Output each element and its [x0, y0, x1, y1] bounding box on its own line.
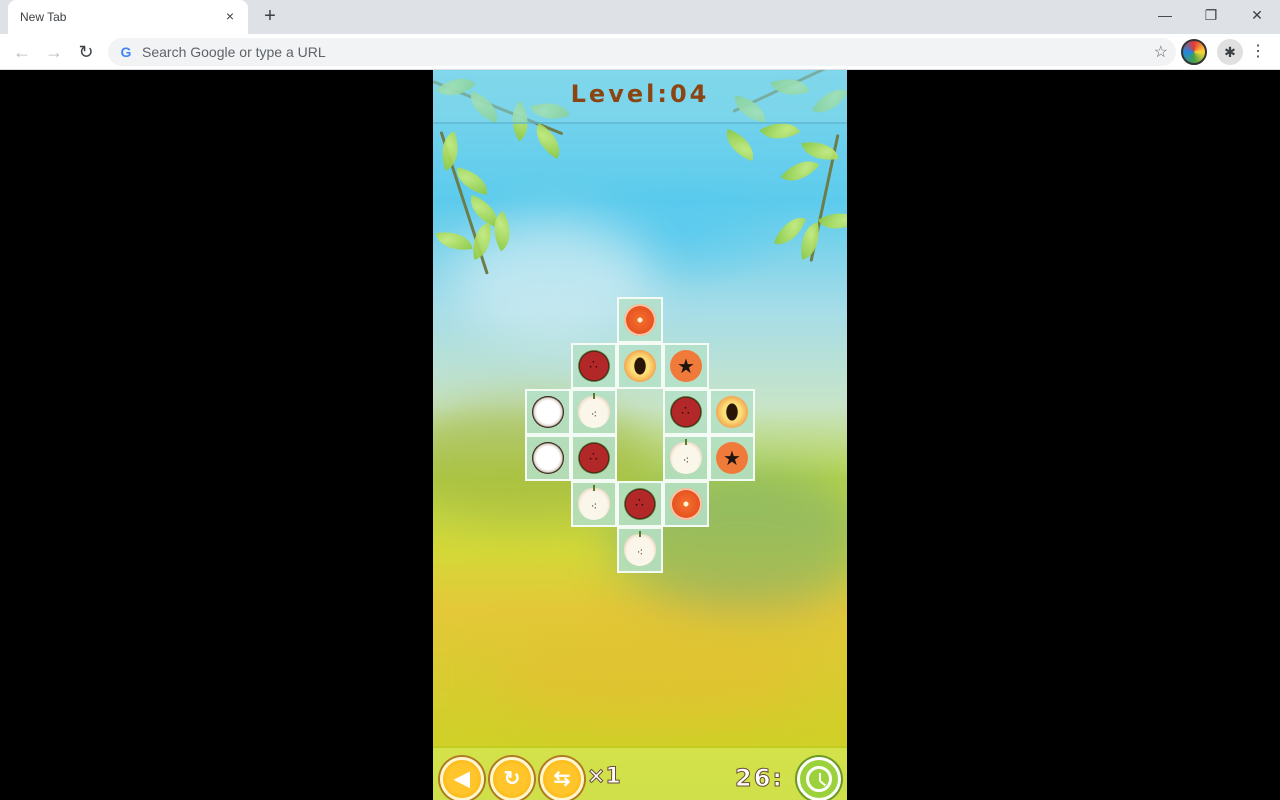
coconut-icon [532, 442, 564, 474]
orange-icon [624, 304, 656, 336]
back-arrow-icon: ◀ [454, 768, 470, 790]
minimize-button[interactable]: — [1150, 4, 1180, 26]
control-bar: ◀ ↻ ⇆ ×1 26: [433, 746, 847, 800]
apple-icon [578, 485, 610, 520]
tile-apple[interactable] [571, 481, 617, 527]
watermelon-icon [578, 350, 610, 382]
browser-toolbar: ← → ↻ G ☆ ✱ ⋮ [0, 34, 1280, 70]
google-icon: G [120, 44, 132, 60]
apple-icon [670, 439, 702, 474]
tile-peach[interactable] [709, 389, 755, 435]
tab-new-tab[interactable]: New Tab × [8, 0, 248, 34]
tile-watermelon[interactable] [663, 389, 709, 435]
extensions-puzzle-icon[interactable]: ✱ [1217, 39, 1243, 65]
tile-watermelon[interactable] [617, 481, 663, 527]
tile-peach[interactable] [617, 343, 663, 389]
bookmark-star-icon[interactable]: ☆ [1154, 42, 1168, 62]
back-button[interactable]: ← [11, 41, 33, 63]
shuffle-button[interactable]: ⇆ [540, 757, 584, 800]
apple-icon [624, 531, 656, 566]
close-tab-icon[interactable]: × [222, 8, 238, 24]
forward-button[interactable]: → [43, 41, 65, 63]
tile-coconut[interactable] [525, 389, 571, 435]
level-label: Level:04 [570, 80, 710, 108]
tile-orange[interactable] [617, 297, 663, 343]
timer-text: 26: [735, 764, 784, 793]
watermelon-icon [670, 396, 702, 428]
clock-icon [797, 757, 841, 800]
profile-avatar[interactable] [1181, 39, 1207, 65]
orange-icon [670, 488, 702, 520]
leaf-decoration [433, 131, 467, 171]
new-tab-button[interactable]: + [260, 6, 280, 26]
watermelon-icon [578, 442, 610, 474]
tile-papaya[interactable] [663, 343, 709, 389]
leaf-decoration [720, 128, 760, 162]
address-input[interactable] [142, 38, 1122, 66]
level-header: Level:04 [433, 70, 847, 124]
peach-icon [624, 350, 656, 382]
tile-watermelon[interactable] [571, 435, 617, 481]
game-canvas: Level:04 ◀ ↻ ⇆ ×1 26: [433, 70, 847, 800]
tile-apple[interactable] [663, 435, 709, 481]
coconut-icon [532, 396, 564, 428]
shuffle-icon: ⇆ [553, 768, 571, 790]
tile-papaya[interactable] [709, 435, 755, 481]
tab-strip: New Tab × + — ❐ ✕ [0, 0, 1280, 34]
restart-button[interactable]: ↻ [490, 757, 534, 800]
back-arrow-button[interactable]: ◀ [440, 757, 484, 800]
chrome-menu-icon[interactable]: ⋮ [1250, 42, 1266, 62]
papaya-icon [716, 442, 748, 474]
restart-icon: ↻ [503, 768, 521, 790]
background-blur [493, 630, 813, 720]
papaya-icon [670, 350, 702, 382]
tile-orange[interactable] [663, 481, 709, 527]
apple-icon [578, 393, 610, 428]
tile-watermelon[interactable] [571, 343, 617, 389]
tab-title: New Tab [20, 10, 67, 24]
omnibox[interactable]: G ☆ [108, 38, 1176, 66]
tile-apple[interactable] [617, 527, 663, 573]
peach-icon [716, 396, 748, 428]
close-window-button[interactable]: ✕ [1242, 4, 1272, 26]
tile-coconut[interactable] [525, 435, 571, 481]
clock-hand [819, 780, 827, 787]
reload-button[interactable]: ↻ [75, 41, 97, 63]
tile-apple[interactable] [571, 389, 617, 435]
clock-face [806, 766, 832, 792]
watermelon-icon [624, 488, 656, 520]
shuffle-count: ×1 [587, 764, 622, 790]
restore-button[interactable]: ❐ [1196, 4, 1226, 26]
